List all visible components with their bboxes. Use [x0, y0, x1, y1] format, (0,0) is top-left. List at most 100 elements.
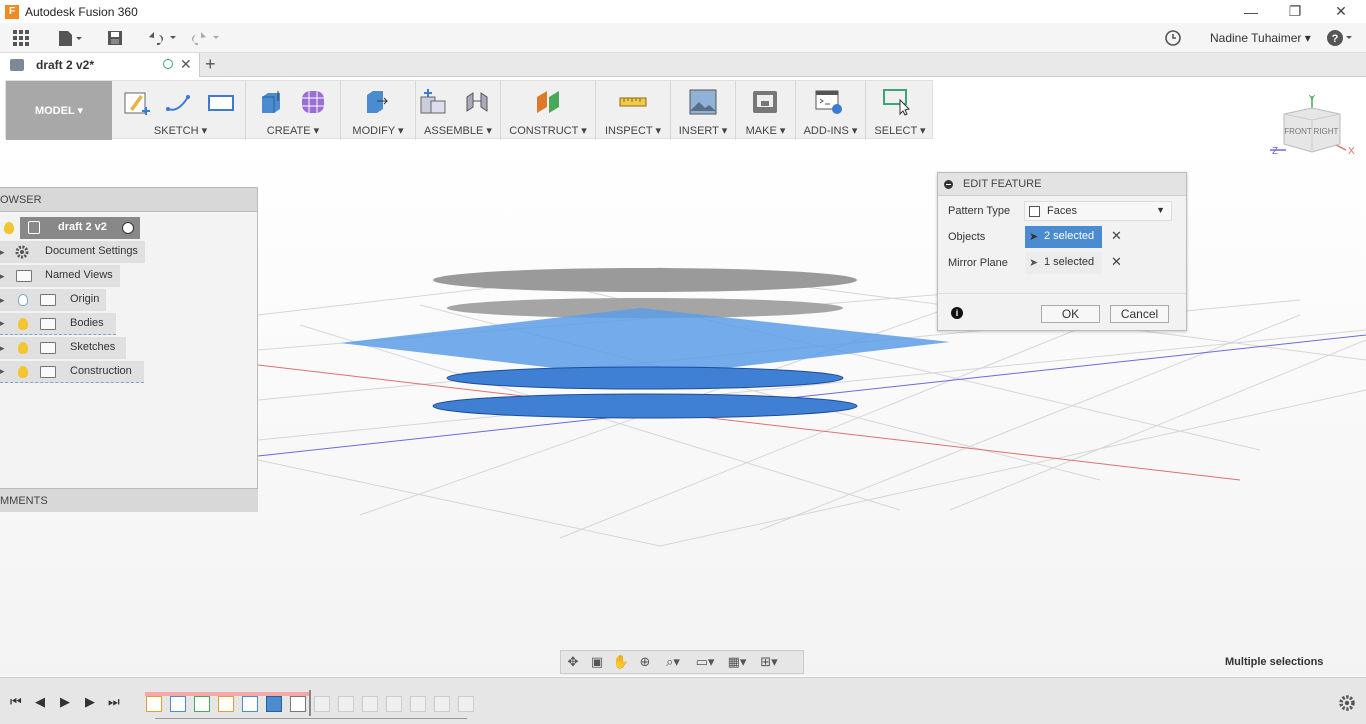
timeline-sketch-item[interactable]: [218, 696, 234, 712]
timeline-suppressed-item[interactable]: [434, 696, 450, 712]
line-tool-icon[interactable]: [164, 87, 194, 117]
expand-chevron-icon[interactable]: ▸: [0, 366, 5, 377]
visibility-bulb-icon[interactable]: [18, 294, 28, 306]
edit-feature-header[interactable]: EDIT FEATURE: [938, 173, 1186, 196]
extrude-icon[interactable]: [256, 87, 286, 117]
measure-icon[interactable]: [618, 87, 648, 117]
timeline-suppressed-item[interactable]: [458, 696, 474, 712]
visibility-bulb-icon[interactable]: [18, 366, 28, 378]
redo-icon[interactable]: [188, 27, 222, 49]
view-cube-right[interactable]: RIGHT: [1314, 127, 1339, 136]
body-disc-upper[interactable]: [446, 366, 844, 390]
create-group[interactable]: CREATE ▾: [246, 81, 341, 140]
timeline-suppressed-item[interactable]: [410, 696, 426, 712]
form-tool-icon[interactable]: [298, 87, 328, 117]
browser-item-sketches[interactable]: ▸ Sketches: [0, 337, 126, 359]
minimize-button[interactable]: —: [1228, 0, 1274, 23]
restore-button[interactable]: ❐: [1272, 0, 1318, 23]
modify-group[interactable]: MODIFY ▾: [341, 81, 416, 140]
timeline-suppressed-item[interactable]: [338, 696, 354, 712]
ok-button[interactable]: OK: [1041, 305, 1100, 323]
help-button[interactable]: ?: [1325, 27, 1355, 49]
objects-selection-field[interactable]: ➤ 2 selected: [1025, 226, 1102, 248]
sketch-group[interactable]: SKETCH ▾: [116, 81, 246, 140]
expand-chevron-icon[interactable]: ▸: [0, 271, 5, 282]
orbit-icon[interactable]: ✥: [561, 652, 585, 672]
collapse-icon[interactable]: [944, 179, 953, 189]
view-cube-front[interactable]: FRONT: [1284, 127, 1312, 136]
close-tab-icon[interactable]: ✕: [180, 56, 192, 73]
data-panel-grid-icon[interactable]: [10, 27, 32, 49]
timeline-previous-icon[interactable]: ◀: [35, 694, 45, 710]
file-menu-icon[interactable]: [55, 27, 85, 49]
timeline-extrude-item[interactable]: [170, 696, 186, 712]
scripts-addins-icon[interactable]: [814, 87, 844, 117]
browser-item-document-settings[interactable]: ▸ Document Settings: [0, 241, 145, 263]
activate-radio-icon[interactable]: [122, 222, 134, 234]
job-status-clock-icon[interactable]: [1163, 27, 1183, 49]
workspace-switcher[interactable]: MODEL ▾: [6, 81, 112, 140]
comments-panel-header[interactable]: MMENTS: [0, 488, 258, 512]
rectangle-tool-icon[interactable]: [206, 87, 236, 117]
clear-objects-icon[interactable]: ✕: [1111, 228, 1122, 244]
timeline-suppressed-item[interactable]: [314, 696, 330, 712]
expand-chevron-icon[interactable]: ▸: [0, 247, 5, 258]
add-ins-group[interactable]: ADD-INS ▾: [796, 81, 866, 140]
info-icon[interactable]: i: [951, 307, 963, 319]
construct-group[interactable]: CONSTRUCT ▾: [501, 81, 596, 140]
timeline-first-icon[interactable]: ⏮: [10, 694, 22, 710]
select-group[interactable]: SELECT ▾: [866, 81, 934, 140]
browser-root-row[interactable]: draft 2 v2: [0, 217, 145, 239]
visibility-bulb-icon[interactable]: [18, 318, 28, 330]
timeline-suppressed-item[interactable]: [362, 696, 378, 712]
inspect-group[interactable]: INSPECT ▾: [596, 81, 671, 140]
timeline-marker[interactable]: [309, 690, 311, 716]
offset-plane-icon[interactable]: [533, 87, 563, 117]
browser-item-named-views[interactable]: ▸ Named Views: [0, 265, 120, 287]
document-tab[interactable]: draft 2 v2* ✕: [0, 53, 200, 77]
display-settings-icon[interactable]: ▭▾: [689, 652, 721, 672]
timeline-last-icon[interactable]: ⏭: [108, 694, 120, 710]
timeline-mirror-item[interactable]: [290, 696, 306, 712]
save-icon[interactable]: [105, 27, 125, 49]
cancel-button[interactable]: Cancel: [1110, 305, 1169, 323]
create-sketch-icon[interactable]: [122, 87, 152, 117]
select-icon[interactable]: [882, 87, 912, 117]
user-account-menu[interactable]: Nadine Tuhaimer ▾: [1210, 31, 1311, 45]
insert-image-icon[interactable]: [688, 87, 718, 117]
zoom-icon[interactable]: ⊕: [633, 652, 657, 672]
look-at-icon[interactable]: ▣: [585, 652, 609, 672]
browser-item-origin[interactable]: ▸ Origin: [0, 289, 106, 311]
browser-header[interactable]: OWSER: [0, 188, 257, 212]
view-cube[interactable]: FRONT RIGHT Y Z X: [1268, 92, 1358, 162]
clear-mirror-plane-icon[interactable]: ✕: [1111, 254, 1122, 270]
timeline-settings-gear-icon[interactable]: [1338, 694, 1356, 712]
browser-item-bodies[interactable]: ▸ Bodies: [0, 313, 116, 335]
add-tab-button[interactable]: +: [205, 54, 216, 75]
3d-print-icon[interactable]: [750, 87, 780, 117]
undo-icon[interactable]: [145, 27, 179, 49]
press-pull-icon[interactable]: [361, 87, 391, 117]
faces-checkbox[interactable]: [1029, 206, 1040, 217]
expand-chevron-icon[interactable]: ▸: [0, 295, 5, 306]
joint-icon[interactable]: [462, 87, 492, 117]
close-window-button[interactable]: ✕: [1318, 0, 1364, 23]
fit-zoom-icon[interactable]: ⌕▾: [657, 652, 689, 672]
expand-chevron-icon[interactable]: ▸: [0, 343, 5, 354]
timeline-plane-item[interactable]: [194, 696, 210, 712]
timeline-suppressed-item[interactable]: [386, 696, 402, 712]
mirror-plane-selection-field[interactable]: ➤ 1 selected: [1025, 252, 1102, 274]
timeline-play-icon[interactable]: ▶: [60, 694, 70, 710]
timeline-next-icon[interactable]: ▶︎: [85, 694, 95, 710]
new-component-icon[interactable]: [418, 87, 448, 117]
viewports-icon[interactable]: ⊞▾: [753, 652, 785, 672]
make-group[interactable]: MAKE ▾: [736, 81, 796, 140]
assemble-group[interactable]: ASSEMBLE ▾: [416, 81, 501, 140]
body-disc-lower[interactable]: [432, 393, 858, 419]
pan-hand-icon[interactable]: ✋: [609, 652, 633, 672]
expand-chevron-icon[interactable]: ▸: [0, 318, 5, 329]
visibility-bulb-icon[interactable]: [18, 342, 28, 354]
browser-item-construction[interactable]: ▸ Construction: [0, 361, 144, 383]
timeline-extrude-item[interactable]: [242, 696, 258, 712]
grid-settings-icon[interactable]: ▦▾: [721, 652, 753, 672]
